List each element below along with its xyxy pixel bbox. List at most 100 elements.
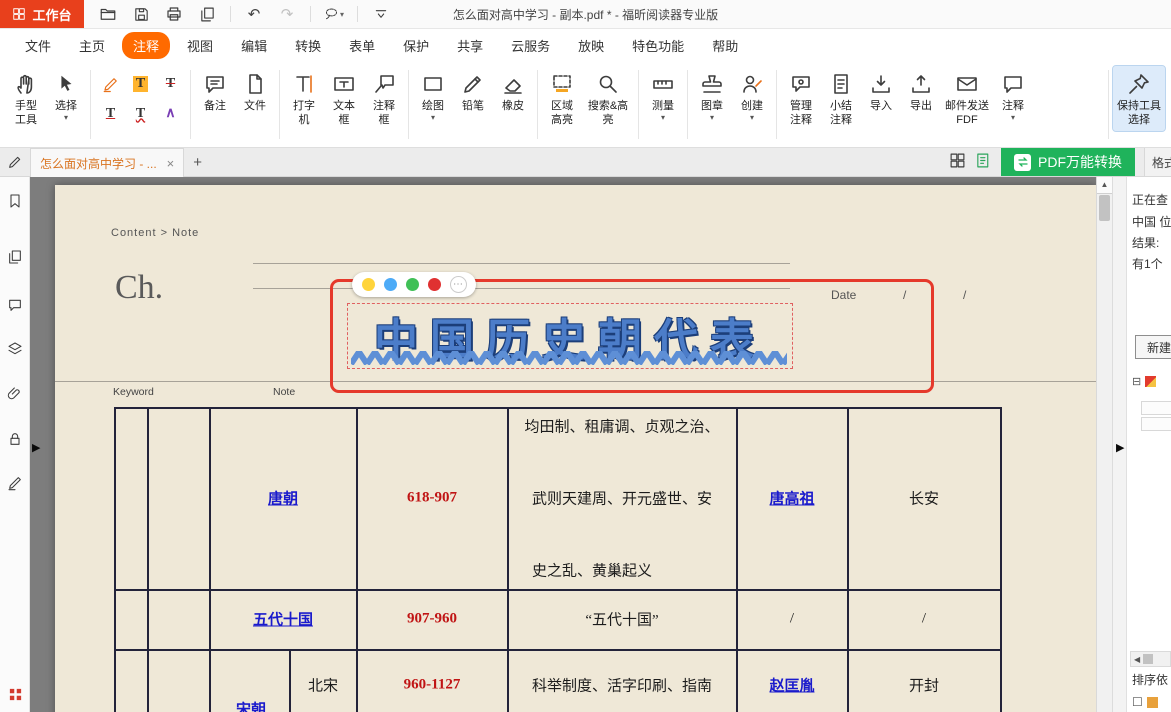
menu-share[interactable]: 共享	[446, 32, 494, 59]
annotate-pen-icon[interactable]	[0, 154, 30, 170]
workspace-label: 工作台	[32, 5, 71, 24]
scrollbar-thumb[interactable]	[1099, 195, 1110, 221]
tool-import-comments[interactable]: 导入	[861, 66, 901, 116]
toolbar-separator	[310, 6, 311, 22]
founder-link[interactable]: 赵匡胤	[769, 675, 814, 696]
dynasty-link[interactable]: 五代十国	[253, 609, 313, 630]
menu-slideshow[interactable]: 放映	[567, 32, 615, 59]
security-icon[interactable]	[5, 429, 25, 449]
tool-keep-tool-selected[interactable]: 保持工具选择	[1113, 66, 1165, 131]
tool-create-stamp[interactable]: 创建 ▾	[732, 66, 772, 125]
tool-search-highlight[interactable]: 搜索&高亮	[582, 66, 634, 131]
color-dot-green[interactable]	[406, 278, 419, 291]
layers-icon[interactable]	[5, 339, 25, 359]
pages-icon[interactable]	[5, 247, 25, 267]
annotation-doc-icon[interactable]	[975, 152, 992, 172]
ribbon-collapse-icon[interactable]	[371, 4, 391, 24]
menu-help[interactable]: 帮助	[701, 32, 749, 59]
panel-list-item[interactable]	[1141, 417, 1171, 431]
tool-file-attach[interactable]: 文件	[235, 66, 275, 116]
results-tree-row[interactable]: ⊟	[1132, 375, 1156, 388]
right-panel-expand-arrow[interactable]: ▶	[1116, 443, 1124, 454]
menu-home[interactable]: 主页	[68, 32, 116, 59]
checkbox-icon[interactable]: ☐	[1132, 695, 1143, 709]
new-tab-button[interactable]: +	[193, 154, 202, 171]
new-button[interactable]: 新建	[1135, 335, 1171, 359]
strikethrough-text-icon[interactable]: T	[157, 70, 184, 97]
tool-comment-menu[interactable]: 注释 ▾	[993, 66, 1033, 125]
tool-textbox[interactable]: 文本框	[324, 66, 364, 131]
tab-layout-grid-icon[interactable]	[949, 152, 966, 172]
tree-collapse-icon[interactable]: ⊟	[1132, 375, 1141, 388]
founder-link[interactable]: 唐高祖	[769, 488, 814, 509]
open-file-icon[interactable]	[98, 4, 118, 24]
signature-icon[interactable]	[5, 473, 25, 493]
menu-bar: 文件 主页 注释 视图 编辑 转换 表单 保护 共享 云服务 放映 特色功能 帮…	[0, 29, 1171, 61]
tab-close-icon[interactable]: ×	[167, 156, 175, 171]
table-line	[114, 407, 116, 712]
tool-eraser[interactable]: 橡皮	[493, 66, 533, 116]
dynasty-link[interactable]: 唐朝	[268, 488, 298, 509]
tool-hand[interactable]: 手型工具	[6, 66, 46, 131]
left-panel-expand-arrow[interactable]: ▶	[32, 443, 40, 454]
tool-measure[interactable]: 测量 ▾	[643, 66, 683, 125]
pdf-convert-button[interactable]: PDF万能转换	[1001, 148, 1135, 176]
copy-document-icon[interactable]	[197, 4, 217, 24]
tool-email-fdf[interactable]: 邮件发送FDF	[941, 66, 993, 131]
menu-protect[interactable]: 保护	[392, 32, 440, 59]
insert-caret-icon[interactable]: ∧	[157, 100, 184, 127]
vertical-scrollbar[interactable]: ▲	[1096, 177, 1112, 712]
dynasty-link[interactable]: 宋朝	[236, 699, 266, 712]
scroll-left-arrow[interactable]: ◀	[1131, 655, 1143, 664]
main-area: ▶ Content > Note Ch. Date / / ⋯ 中国历史朝代表	[0, 177, 1171, 712]
tool-pencil[interactable]: 铅笔	[453, 66, 493, 116]
note-line: 均田制、租庸调、贞观之治、	[524, 416, 719, 437]
menu-file[interactable]: 文件	[14, 32, 62, 59]
menu-form[interactable]: 表单	[338, 32, 386, 59]
print-icon[interactable]	[164, 4, 184, 24]
menu-view[interactable]: 视图	[176, 32, 224, 59]
tool-export-comments[interactable]: 导出	[901, 66, 941, 116]
underline-text-icon[interactable]: T	[97, 100, 124, 127]
color-dot-red[interactable]	[428, 278, 441, 291]
workspace-button[interactable]: 工作台	[0, 0, 84, 28]
tool-select[interactable]: 选择 ▾	[46, 66, 86, 125]
undo-icon[interactable]: ↶	[244, 4, 264, 24]
color-dot-blue[interactable]	[384, 278, 397, 291]
filter-checkbox-row[interactable]: ☐	[1132, 695, 1158, 709]
tool-stamp[interactable]: 图章 ▾	[692, 66, 732, 125]
crop-marks-icon[interactable]	[5, 684, 25, 704]
menu-cloud[interactable]: 云服务	[500, 32, 561, 59]
scroll-up-arrow[interactable]: ▲	[1097, 177, 1112, 194]
highlight-text-icon[interactable]: T	[127, 70, 154, 97]
menu-comment-active[interactable]: 注释	[122, 32, 170, 59]
document-viewport[interactable]: ▶ Content > Note Ch. Date / / ⋯ 中国历史朝代表	[30, 177, 1112, 712]
tool-label: 选择	[50, 99, 82, 113]
more-colors-icon[interactable]: ⋯	[450, 276, 467, 293]
tool-callout[interactable]: 注释框	[364, 66, 404, 131]
lasso-tool-icon[interactable]: ▾	[324, 4, 344, 24]
attachment-icon[interactable]	[5, 384, 25, 404]
tool-manage-comments[interactable]: 管理注释	[781, 66, 821, 131]
bookmarks-icon[interactable]	[5, 191, 25, 211]
tool-drawing[interactable]: 绘图 ▾	[413, 66, 453, 125]
h-scrollbar-thumb[interactable]	[1143, 654, 1153, 664]
save-icon[interactable]	[131, 4, 151, 24]
highlighter-pen-icon[interactable]	[97, 70, 124, 97]
tool-typewriter[interactable]: 打字机	[284, 66, 324, 131]
menu-convert[interactable]: 转换	[284, 32, 332, 59]
title-bar: 工作台 ↶ ↷ ▾ 怎么面对高中学习 - 副本.pdf * - 福昕阅读器专业版	[0, 0, 1171, 29]
comments-icon[interactable]	[5, 295, 25, 315]
panel-list-item[interactable]	[1141, 401, 1171, 415]
redo-icon[interactable]: ↷	[277, 4, 297, 24]
format-panel-tab[interactable]: 格式	[1144, 148, 1171, 176]
menu-edit[interactable]: 编辑	[230, 32, 278, 59]
tool-note[interactable]: 备注	[195, 66, 235, 116]
panel-horizontal-scrollbar[interactable]: ◀	[1130, 651, 1171, 667]
tool-area-highlight[interactable]: 区域高亮	[542, 66, 582, 131]
squiggly-underline-icon[interactable]: T	[127, 100, 154, 127]
document-tab[interactable]: 怎么面对高中学习 - ... ×	[30, 148, 184, 177]
menu-features[interactable]: 特色功能	[621, 32, 695, 59]
color-dot-yellow[interactable]	[362, 278, 375, 291]
tool-summarize-comments[interactable]: 小结注释	[821, 66, 861, 131]
